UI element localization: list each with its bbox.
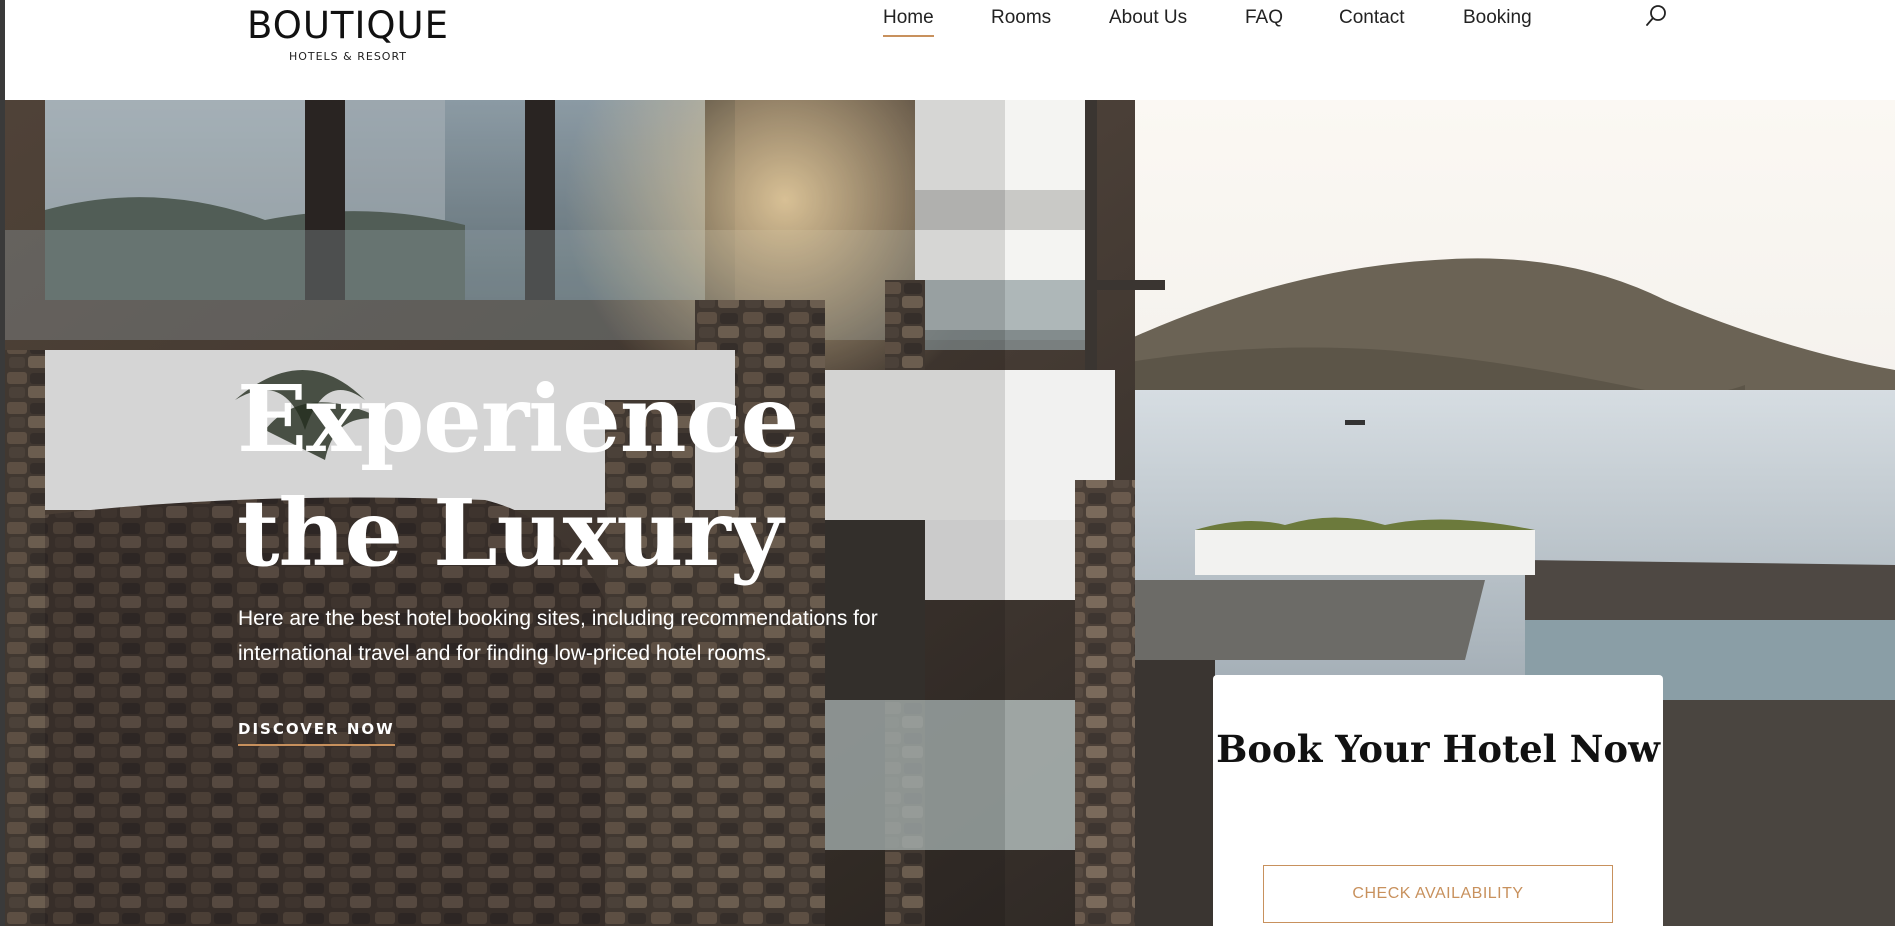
page: BOUTIQUE HOTELS & RESORT Home Rooms Abou… [0, 0, 1895, 926]
nav-item-booking[interactable]: Booking [1463, 6, 1532, 30]
nav-item-home[interactable]: Home [883, 6, 934, 37]
hero-title: Experience the Luxury [237, 362, 799, 590]
check-availability-button[interactable]: CHECK AVAILABILITY [1263, 865, 1613, 923]
nav-item-faq[interactable]: FAQ [1245, 6, 1283, 30]
discover-now-link[interactable]: DISCOVER NOW [238, 720, 395, 746]
brand-logo[interactable]: BOUTIQUE HOTELS & RESORT [238, 4, 458, 63]
window-edge [0, 0, 5, 926]
nav-item-about-us[interactable]: About Us [1109, 6, 1187, 30]
booking-card: Book Your Hotel Now CHECK AVAILABILITY [1213, 675, 1663, 926]
nav-item-rooms[interactable]: Rooms [991, 6, 1051, 30]
hero-title-line-1: Experience [237, 365, 799, 473]
booking-title: Book Your Hotel Now [1216, 727, 1660, 771]
nav-item-contact[interactable]: Contact [1339, 6, 1404, 30]
brand-tagline: HOTELS & RESORT [288, 50, 408, 63]
search-icon[interactable] [1642, 2, 1670, 30]
brand-name: BOUTIQUE [246, 4, 450, 47]
site-header: BOUTIQUE HOTELS & RESORT Home Rooms Abou… [5, 0, 1895, 100]
hero-description: Here are the best hotel booking sites, i… [238, 607, 878, 665]
hero-title-line-2: the Luxury [237, 479, 783, 587]
